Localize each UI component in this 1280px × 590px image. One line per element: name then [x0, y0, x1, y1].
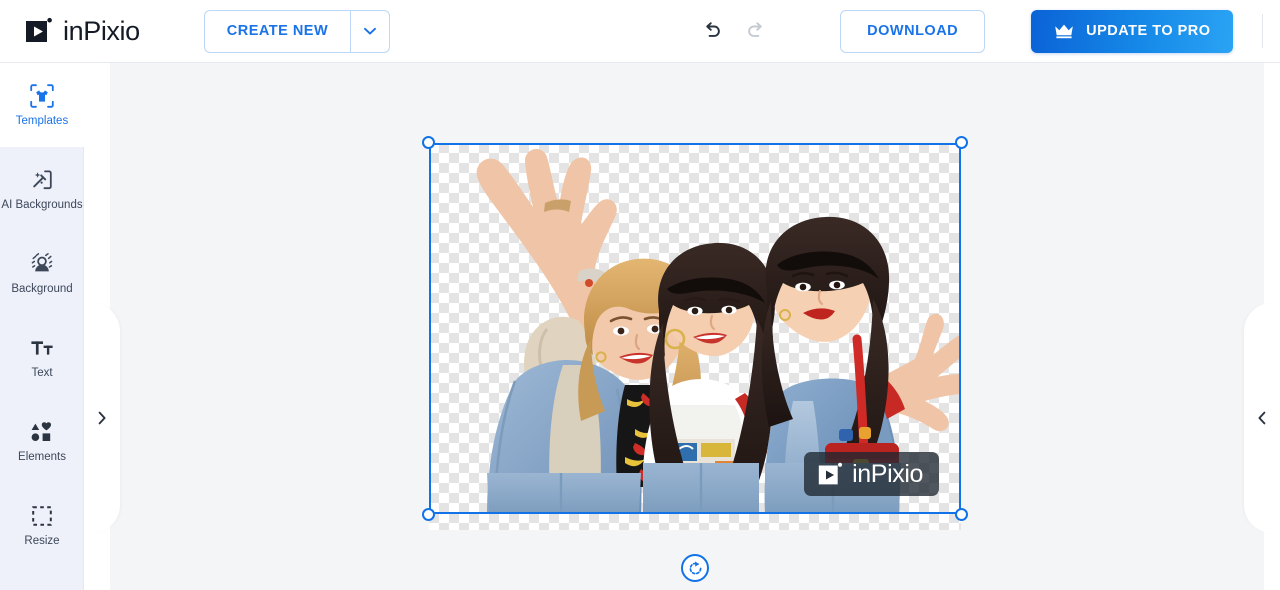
rotate-icon — [687, 560, 704, 577]
left-sidebar: Templates AI Backgrounds Background Text… — [0, 63, 84, 590]
sidebar-item-templates[interactable]: Templates — [0, 63, 84, 147]
editor-canvas-area: inPixio — [84, 63, 1280, 590]
resize-handle-top-left[interactable] — [422, 136, 435, 149]
create-new-group: CREATE NEW — [203, 9, 391, 53]
redo-arrow-icon — [744, 19, 768, 43]
sidebar-item-text[interactable]: Text — [0, 315, 84, 399]
inpixio-watermark: inPixio — [804, 452, 939, 496]
sidebar-item-resize[interactable]: Resize — [0, 483, 84, 567]
shapes-icon — [29, 419, 55, 445]
sidebar-label-background: Background — [11, 282, 73, 295]
sidebar-item-ai-backgrounds[interactable]: AI Backgrounds — [0, 147, 84, 231]
dashed-square-icon — [29, 503, 55, 529]
sidebar-label-templates: Templates — [15, 114, 69, 127]
undo-arrow-icon — [700, 19, 724, 43]
tshirt-frame-icon — [29, 83, 55, 109]
sidebar-item-background[interactable]: Background — [0, 231, 84, 315]
app-logo[interactable]: inPixio — [24, 16, 140, 47]
chevron-down-icon — [361, 22, 379, 40]
inpixio-play-logo-icon — [817, 461, 844, 488]
watermark-text: inPixio — [852, 459, 923, 488]
sidebar-label-elements: Elements — [18, 450, 66, 463]
update-to-pro-label: UPDATE TO PRO — [1086, 23, 1211, 39]
artboard-transparency-overflow — [429, 514, 961, 530]
artboard[interactable]: inPixio — [422, 136, 968, 582]
resize-handle-bottom-right[interactable] — [955, 508, 968, 521]
resize-handle-bottom-left[interactable] — [422, 508, 435, 521]
sidebar-label-ai-backgrounds: AI Backgrounds — [1, 198, 83, 211]
portrait-cutout-icon — [29, 251, 55, 277]
sidebar-item-elements[interactable]: Elements — [0, 399, 84, 483]
app-header: inPixio CREATE NEW DOWNLOAD UPDATE TO PR… — [0, 0, 1280, 63]
header-divider — [1261, 14, 1263, 48]
download-button[interactable]: DOWNLOAD — [840, 9, 986, 53]
sidebar-label-resize: Resize — [24, 534, 60, 547]
app-logo-text: inPixio — [63, 15, 140, 46]
resize-handle-top-right[interactable] — [955, 136, 968, 149]
create-new-dropdown-button[interactable] — [350, 9, 391, 53]
create-new-button[interactable]: CREATE NEW — [203, 9, 351, 53]
update-to-pro-button[interactable]: UPDATE TO PRO — [1031, 9, 1233, 53]
rotate-handle-button[interactable] — [681, 554, 709, 582]
chevron-left-icon — [1254, 410, 1270, 426]
undo-button[interactable] — [690, 11, 734, 51]
expand-left-panel-button[interactable] — [84, 303, 120, 533]
header-actions: DOWNLOAD UPDATE TO PRO — [690, 9, 1280, 53]
chevron-right-icon — [94, 410, 110, 426]
sidebar-label-text: Text — [31, 366, 53, 379]
text-tt-icon — [29, 335, 55, 361]
inpixio-play-logo-icon — [24, 16, 54, 46]
magic-wand-icon — [29, 167, 55, 193]
redo-button[interactable] — [734, 11, 778, 51]
expand-right-panel-button[interactable] — [1244, 303, 1280, 533]
crown-icon — [1053, 22, 1075, 40]
